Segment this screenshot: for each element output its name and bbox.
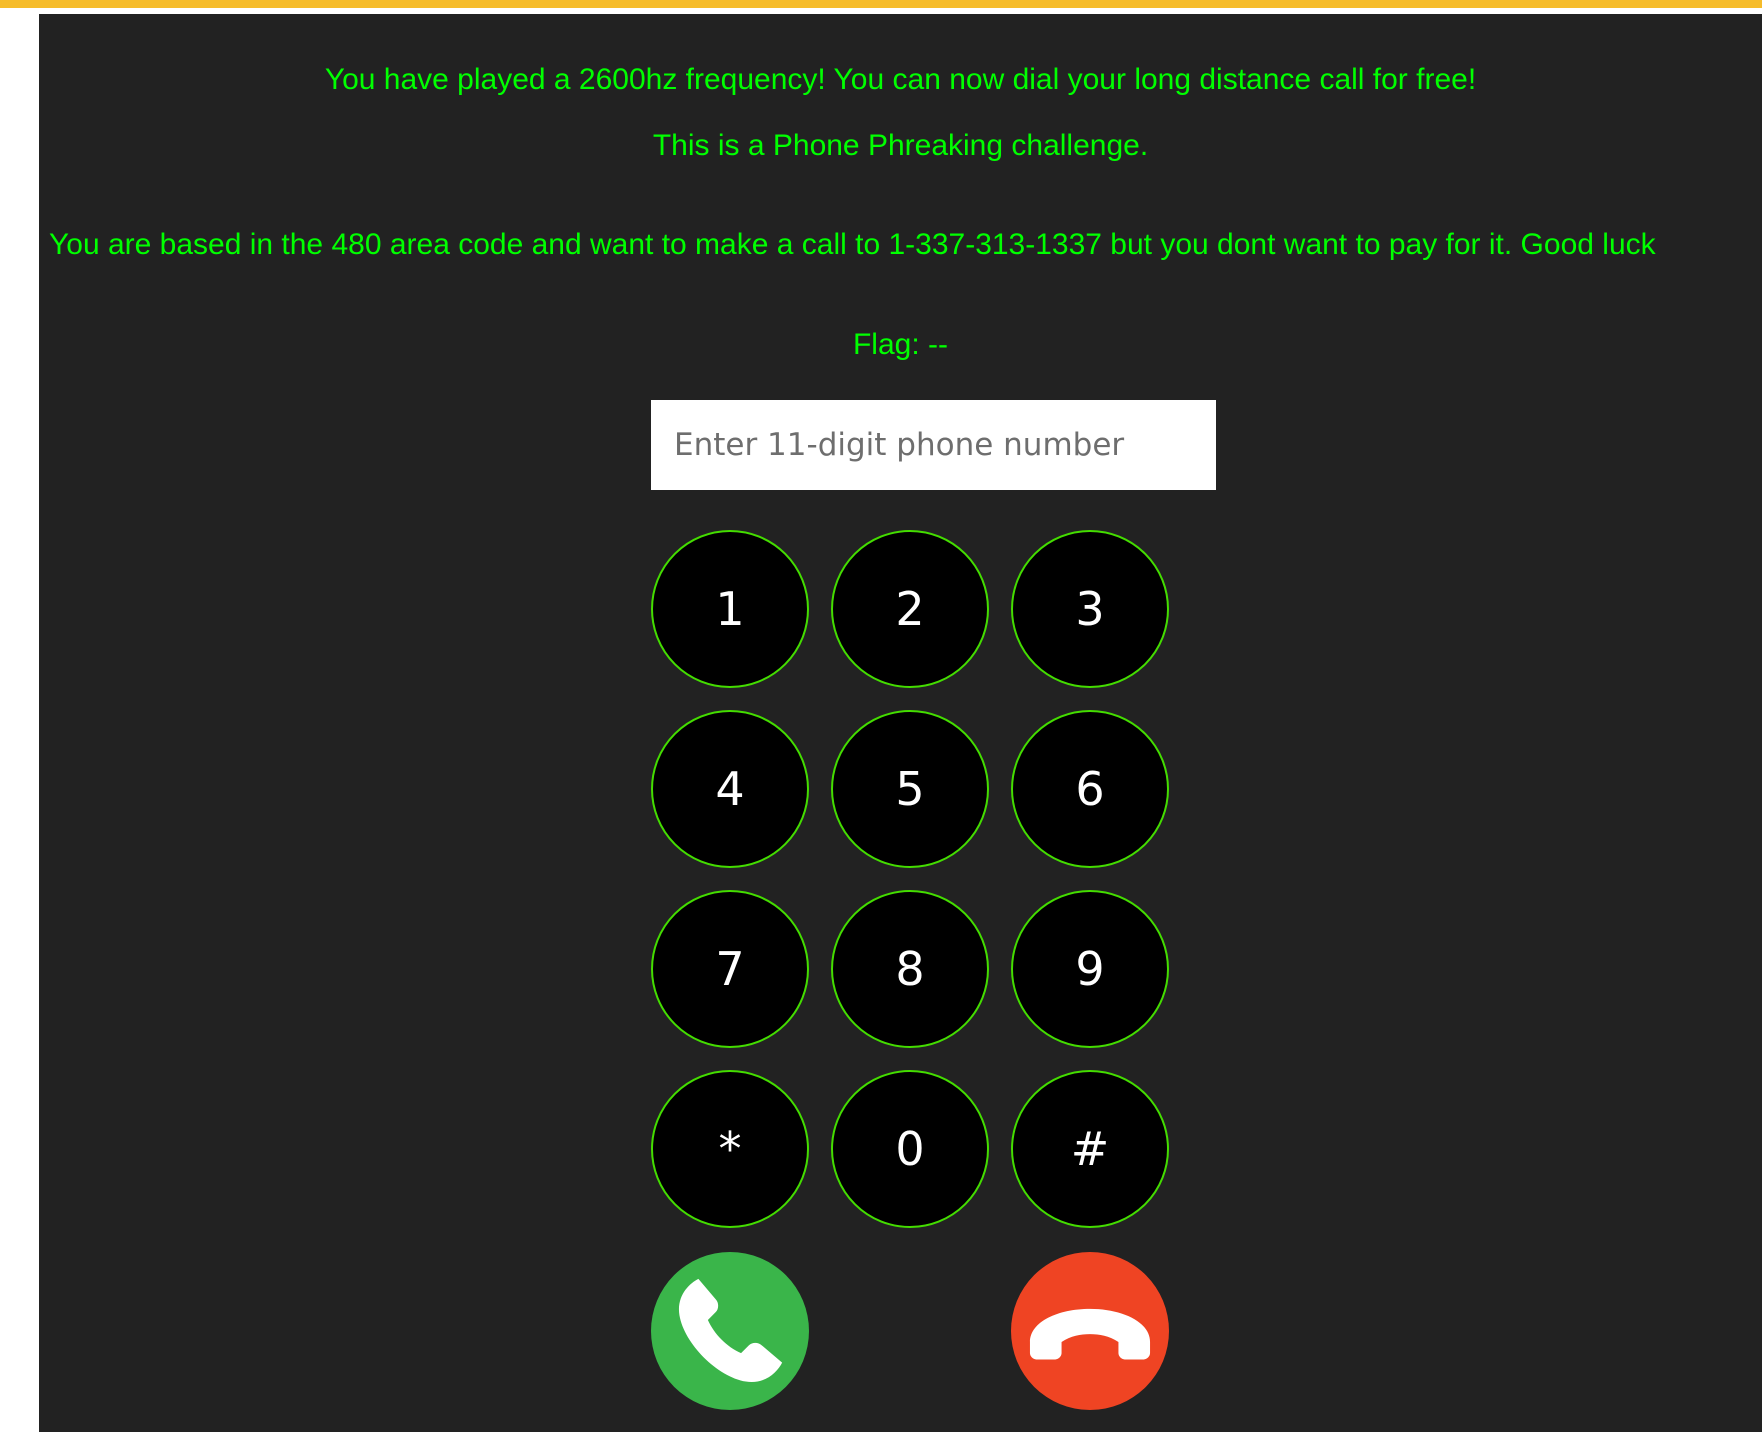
key-2[interactable]: 2 — [831, 530, 989, 688]
challenge-message: This is a Phone Phreaking challenge. — [652, 129, 1149, 162]
key-4[interactable]: 4 — [651, 710, 809, 868]
key-3[interactable]: 3 — [1011, 530, 1169, 688]
key-star[interactable]: * — [651, 1070, 809, 1228]
key-6[interactable]: 6 — [1011, 710, 1169, 868]
flag-display: Flag: -- — [852, 328, 948, 361]
key-5[interactable]: 5 — [831, 710, 989, 868]
scenario-message: You are based in the 480 area code and w… — [49, 228, 1656, 261]
phone-number-input[interactable] — [651, 400, 1216, 490]
hangup-button[interactable] — [1011, 1252, 1169, 1410]
key-hash[interactable]: # — [1011, 1070, 1169, 1228]
key-8[interactable]: 8 — [831, 890, 989, 1048]
phone-call-icon — [651, 1252, 809, 1410]
challenge-panel: You have played a 2600hz frequency! You … — [39, 14, 1762, 1432]
key-9[interactable]: 9 — [1011, 890, 1169, 1048]
phone-hangup-icon — [1011, 1252, 1169, 1410]
key-7[interactable]: 7 — [651, 890, 809, 1048]
top-accent-strip — [0, 0, 1762, 8]
frequency-message: You have played a 2600hz frequency! You … — [324, 63, 1477, 96]
key-0[interactable]: 0 — [831, 1070, 989, 1228]
call-button[interactable] — [651, 1252, 809, 1410]
key-1[interactable]: 1 — [651, 530, 809, 688]
